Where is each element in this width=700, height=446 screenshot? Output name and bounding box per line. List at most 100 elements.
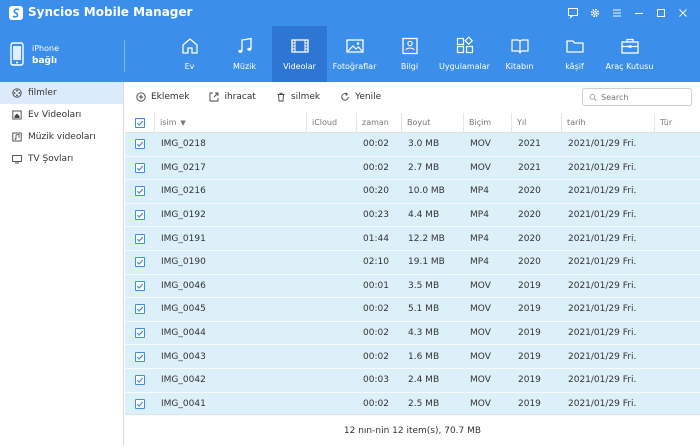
cell-year: 2019: [518, 398, 541, 409]
phone-icon: [10, 42, 24, 66]
cell-name: IMG_0216: [161, 186, 206, 197]
table-row[interactable]: IMG_0216 00:20 10.0 MB MP4 2020 2021/01/29 Fr…: [125, 180, 700, 204]
row-checkbox[interactable]: [135, 139, 145, 150]
cell-time: 01:44: [363, 233, 389, 244]
nav-item-home[interactable]: Ev: [162, 26, 217, 82]
export-label: ihracat: [224, 92, 256, 102]
row-checkbox[interactable]: [135, 280, 145, 291]
menu-button[interactable]: [606, 4, 628, 22]
row-checkbox-cell[interactable]: [125, 233, 155, 244]
nav-label: Fotoğraflar: [332, 62, 377, 71]
row-checkbox-cell[interactable]: [125, 257, 155, 268]
cell-size: 19.1 MB: [408, 257, 445, 268]
row-checkbox[interactable]: [135, 257, 145, 268]
nav-item-books[interactable]: Kitabın: [492, 26, 547, 82]
row-checkbox-cell[interactable]: [125, 398, 155, 409]
row-checkbox-cell[interactable]: [125, 304, 155, 315]
add-button[interactable]: Eklemek: [136, 92, 189, 102]
table-row[interactable]: IMG_0190 02:10 19.1 MB MP4 2020 2021/01/29 Fr…: [125, 250, 700, 275]
checkmark-icon: [136, 189, 144, 195]
column-header-size[interactable]: Boyut: [402, 112, 464, 133]
cell-size: 2.7 MB: [408, 162, 440, 173]
table-row[interactable]: IMG_0217 00:02 2.7 MB MOV 2021 2021/01/29 Fri…: [125, 156, 700, 181]
nav-label: Kitabın: [505, 62, 534, 71]
header-divider: [124, 40, 125, 72]
row-checkbox[interactable]: [135, 328, 145, 339]
cell-date: 2021/01/29 Fri.: [568, 210, 637, 221]
row-checkbox-cell[interactable]: [125, 351, 155, 362]
row-checkbox-cell[interactable]: [125, 375, 155, 386]
cell-format: MOV: [470, 328, 491, 339]
delete-button[interactable]: silmek: [276, 92, 320, 102]
select-all-checkbox-cell[interactable]: [125, 112, 155, 133]
sidebar-item-movies[interactable]: filmler: [0, 82, 123, 104]
row-checkbox-cell[interactable]: [125, 139, 155, 150]
nav-item-music[interactable]: Müzik: [217, 26, 272, 82]
cell-date: 2021/01/29 Fri.: [568, 304, 637, 315]
table-row[interactable]: IMG_0043 00:02 1.6 MB MOV 2019 2021/01/29 Fri…: [125, 345, 700, 369]
nav-item-toolbox[interactable]: Araç Kutusu: [602, 26, 657, 82]
nav-item-videos[interactable]: Videolar: [272, 26, 327, 82]
nav-item-explorer[interactable]: kâşif: [547, 26, 602, 82]
refresh-button[interactable]: Yenile: [340, 92, 381, 102]
cell-format: MOV: [470, 304, 491, 315]
device-panel[interactable]: iPhone bağlı: [0, 26, 124, 82]
row-checkbox-cell[interactable]: [125, 210, 155, 221]
table-row[interactable]: IMG_0218 00:02 3.0 MB MOV 2021 2021/01/29 Fri…: [125, 133, 700, 157]
export-icon: [210, 92, 219, 102]
row-checkbox[interactable]: [135, 162, 145, 173]
close-button[interactable]: [672, 4, 694, 22]
table-row[interactable]: IMG_0191 01:44 12.2 MB MP4 2020 2021/01/29 Fr…: [125, 227, 700, 251]
row-checkbox[interactable]: [135, 398, 145, 409]
maximize-button[interactable]: [650, 4, 672, 22]
row-checkbox-cell[interactable]: [125, 328, 155, 339]
table-row[interactable]: IMG_0041 00:02 2.5 MB MOV 2019 2021/01/29 Fri…: [125, 392, 700, 417]
table-row[interactable]: IMG_0042 00:03 2.4 MB MOV 2019 2021/01/29 Fri…: [125, 368, 700, 393]
column-header-name[interactable]: isim ▼: [155, 112, 307, 133]
cell-name: IMG_0190: [161, 257, 206, 268]
table-row[interactable]: IMG_0046 00:01 3.5 MB MOV 2019 2021/01/29 Fri…: [125, 274, 700, 299]
column-header-year[interactable]: Yıl: [512, 112, 562, 133]
row-checkbox-cell[interactable]: [125, 280, 155, 291]
row-checkbox[interactable]: [135, 233, 145, 244]
checkmark-icon: [136, 377, 144, 384]
row-checkbox-cell[interactable]: [125, 186, 155, 197]
sidebar-item-home-videos[interactable]: Ev Videoları: [0, 104, 123, 126]
table-row[interactable]: IMG_0044 00:02 4.3 MB MOV 2019 2021/01/29 Fri…: [125, 321, 700, 346]
cell-time: 00:23: [363, 210, 389, 221]
sidebar-item-tv-shows[interactable]: TV Şovları: [0, 148, 123, 170]
sidebar-item-label: filmler: [28, 88, 57, 98]
column-header-time[interactable]: zaman: [357, 112, 402, 133]
column-header-type[interactable]: Tür: [655, 113, 700, 133]
cell-time: 00:02: [363, 398, 389, 409]
row-checkbox[interactable]: [135, 304, 145, 315]
minimize-button[interactable]: [628, 4, 650, 22]
select-all-checkbox[interactable]: [134, 117, 145, 128]
column-header-format[interactable]: Biçim: [464, 112, 512, 133]
cell-size: 2.5 MB: [408, 398, 440, 409]
menu-icon: [613, 9, 621, 17]
cell-size: 1.6 MB: [408, 351, 440, 362]
column-header-date[interactable]: tarih: [562, 112, 655, 133]
nav-item-apps[interactable]: Uygulamalar: [437, 26, 492, 82]
table-row[interactable]: IMG_0045 00:02 5.1 MB MOV 2019 2021/01/29 Fri…: [125, 298, 700, 322]
nav-item-info[interactable]: Bilgi: [382, 26, 437, 82]
settings-button[interactable]: [584, 4, 606, 22]
sidebar-item-music-videos[interactable]: Müzik videoları: [0, 126, 123, 148]
search-box[interactable]: [582, 88, 692, 106]
export-button[interactable]: ihracat: [209, 92, 256, 102]
column-header-label: iCloud: [312, 118, 338, 127]
row-checkbox[interactable]: [135, 186, 145, 197]
checkmark-icon: [136, 401, 144, 407]
table-row[interactable]: IMG_0192 00:23 4.4 MB MP4 2020 2021/01/29 Fri…: [125, 203, 700, 228]
app-window: Syncios Mobile Manager iPhone bağlı Ev M…: [0, 0, 700, 446]
add-label: Eklemek: [151, 92, 190, 102]
row-checkbox[interactable]: [135, 351, 145, 362]
search-input[interactable]: [601, 92, 691, 102]
row-checkbox-cell[interactable]: [125, 162, 155, 173]
row-checkbox[interactable]: [135, 210, 145, 221]
feedback-button[interactable]: [562, 4, 584, 22]
column-header-icloud[interactable]: iCloud: [307, 112, 357, 133]
nav-item-photos[interactable]: Fotoğraflar: [327, 26, 382, 82]
row-checkbox[interactable]: [135, 375, 145, 386]
